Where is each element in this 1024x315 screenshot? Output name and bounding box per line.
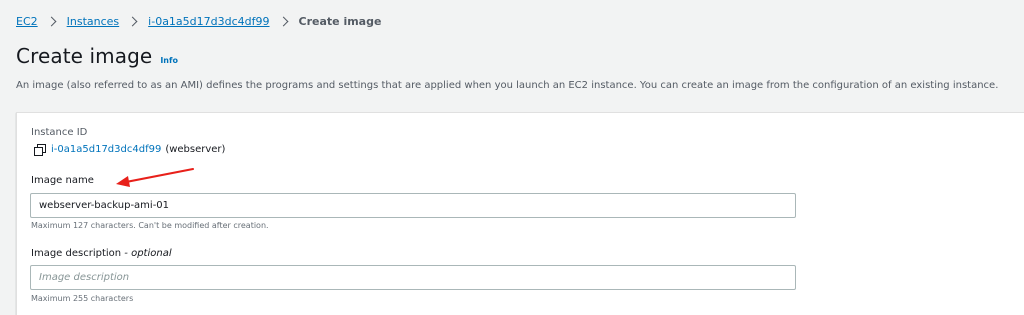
- image-description-input[interactable]: [30, 265, 796, 290]
- instance-name-suffix: (webserver): [165, 144, 226, 155]
- annotation-arrow-icon: [116, 168, 194, 187]
- breadcrumb: EC2 Instances i-0a1a5d17d3dc4df99 Create…: [16, 13, 381, 29]
- image-description-label: Image description - optional: [31, 248, 172, 259]
- chevron-right-icon: [278, 16, 288, 26]
- copy-icon[interactable]: [34, 144, 46, 156]
- breadcrumb-instances[interactable]: Instances: [67, 15, 120, 28]
- info-link[interactable]: Info: [160, 56, 178, 65]
- chevron-right-icon: [127, 16, 138, 26]
- breadcrumb-current: Create image: [298, 14, 382, 28]
- instance-id-value: i-0a1a5d17d3dc4df99 (webserver): [34, 144, 226, 156]
- image-description-label-text: Image description: [31, 248, 122, 259]
- chevron-right-icon: [46, 16, 57, 26]
- image-name-input[interactable]: [30, 193, 796, 218]
- instance-id-link[interactable]: i-0a1a5d17d3dc4df99: [51, 144, 161, 155]
- breadcrumb-instance-id[interactable]: i-0a1a5d17d3dc4df99: [148, 15, 269, 28]
- page-title: Create image: [16, 44, 153, 68]
- instance-id-label: Instance ID: [31, 127, 88, 138]
- page-description: An image (also referred to as an AMI) de…: [16, 80, 999, 91]
- image-name-hint: Maximum 127 characters. Can't be modifie…: [31, 221, 269, 230]
- image-description-hint: Maximum 255 characters: [31, 294, 134, 303]
- page-header: Create image Info: [16, 44, 178, 68]
- optional-marker: - optional: [124, 248, 172, 259]
- breadcrumb-ec2[interactable]: EC2: [16, 15, 38, 28]
- image-name-label: Image name: [31, 175, 94, 186]
